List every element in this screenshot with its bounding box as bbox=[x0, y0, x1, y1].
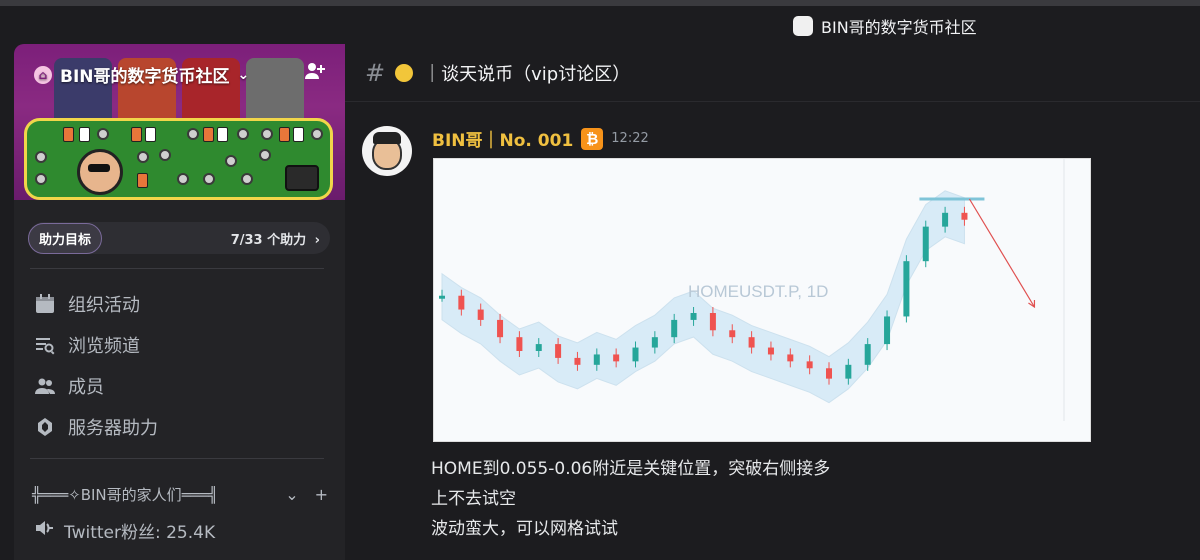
candle-body bbox=[845, 364, 852, 379]
speaker-icon bbox=[34, 518, 54, 543]
candle-body bbox=[942, 212, 949, 227]
candle-body bbox=[864, 344, 871, 365]
candle-body bbox=[651, 337, 658, 348]
candle-body bbox=[787, 354, 794, 362]
browse-icon bbox=[34, 334, 56, 356]
boost-goal-bar[interactable]: 助力目标 7/33 个助力 › bbox=[28, 222, 330, 254]
message-line: HOME到0.055-0.06附近是关键位置，突破右侧接多 bbox=[431, 459, 831, 479]
calendar-icon bbox=[34, 293, 56, 315]
candle-body bbox=[439, 295, 445, 299]
category-label: ╬═══✧BIN哥的家人们═══╣ bbox=[32, 486, 218, 504]
server-icon bbox=[793, 16, 813, 36]
nav-label: 成员 bbox=[68, 377, 104, 398]
dealer-avatar-art bbox=[77, 149, 123, 195]
candle-body bbox=[477, 309, 484, 320]
nav-server-boost[interactable]: 服务器助力 bbox=[34, 414, 158, 440]
category-header[interactable]: ╬═══✧BIN哥的家人们═══╣ ⌄ + bbox=[32, 484, 328, 505]
wallet-art bbox=[285, 165, 319, 191]
nav-label: 组织活动 bbox=[68, 295, 140, 316]
server-sidebar: ⌂ BIN哥的数字货币社区 ⌄ 助力目标 7/33 个助力 › 组织活动 浏览频… bbox=[14, 44, 345, 560]
candle-body bbox=[709, 313, 716, 331]
home-icon: ⌂ bbox=[34, 65, 52, 84]
banner-figure bbox=[246, 58, 304, 118]
chevron-down-icon: ⌄ bbox=[237, 66, 250, 83]
price-chart: HOMEUSDT.P, 1D bbox=[434, 159, 1090, 441]
bitcoin-badge-icon: ₿ bbox=[581, 127, 604, 150]
message-body: HOME到0.055-0.06附近是关键位置，突破右侧接多 上不去试空 波动蛮大… bbox=[431, 454, 830, 544]
author-name[interactable]: BIN哥｜No. 001 bbox=[432, 126, 573, 151]
candle-body bbox=[729, 330, 736, 338]
candle-body bbox=[555, 344, 562, 358]
invite-people-icon[interactable] bbox=[304, 60, 326, 87]
message-timestamp[interactable]: 12:22 bbox=[611, 131, 648, 146]
candle-body bbox=[748, 337, 755, 348]
candle-body bbox=[497, 319, 504, 338]
title-bar: BIN哥的数字货币社区 bbox=[0, 6, 1200, 44]
server-name-dropdown[interactable]: ⌂ BIN哥的数字货币社区 ⌄ bbox=[34, 62, 249, 87]
poker-table-art bbox=[24, 118, 333, 200]
message-line: 波动蛮大，可以网格试试 bbox=[431, 519, 618, 539]
channel-header: # ｜谈天说币（vip讨论区） bbox=[345, 44, 1200, 102]
candle-body bbox=[903, 261, 910, 317]
candle-body bbox=[690, 313, 697, 320]
sun-emoji-icon bbox=[395, 63, 414, 82]
chevron-down-icon[interactable]: ⌄ bbox=[285, 485, 298, 504]
boost-progress: 7/33 个助力 › bbox=[231, 229, 320, 248]
chart-attachment[interactable]: HOMEUSDT.P, 1D bbox=[433, 158, 1091, 442]
boost-goal-label: 助力目标 bbox=[28, 222, 103, 254]
divider bbox=[30, 458, 324, 459]
candle-body bbox=[961, 212, 968, 220]
nav-events[interactable]: 组织活动 bbox=[34, 291, 140, 317]
nav-label: 浏览频道 bbox=[68, 336, 140, 357]
channel-name: ｜谈天说币（vip讨论区） bbox=[423, 63, 631, 85]
message-header: BIN哥｜No. 001 ₿ 12:22 bbox=[432, 126, 649, 151]
candle-body bbox=[826, 368, 832, 379]
server-name: BIN哥的数字货币社区 bbox=[60, 67, 230, 87]
candle-body bbox=[884, 316, 891, 345]
main-chat: # ｜谈天说币（vip讨论区） BIN哥｜No. 001 ₿ 12:22 HOM… bbox=[345, 44, 1200, 560]
candle-body bbox=[632, 347, 639, 362]
chevron-right-icon: › bbox=[314, 232, 320, 248]
candle-body bbox=[516, 337, 523, 351]
divider bbox=[30, 268, 324, 269]
candle-body bbox=[922, 226, 929, 262]
text-channel-icon: # bbox=[365, 58, 386, 87]
candle-body bbox=[671, 319, 678, 338]
candle-body bbox=[806, 361, 813, 369]
message-line: 上不去试空 bbox=[431, 489, 516, 509]
nav-label: 服务器助力 bbox=[68, 418, 158, 439]
candle-body bbox=[767, 347, 774, 355]
nav-members[interactable]: 成员 bbox=[34, 373, 104, 399]
candle-body bbox=[458, 295, 465, 310]
window-title: BIN哥的数字货币社区 bbox=[793, 14, 977, 38]
channel-twitter-fans[interactable]: Twitter粉丝: 25.4K bbox=[34, 518, 215, 543]
add-channel-icon[interactable]: + bbox=[315, 485, 328, 504]
author-avatar[interactable] bbox=[362, 126, 412, 176]
boost-icon bbox=[34, 416, 56, 438]
candle-body bbox=[535, 344, 542, 351]
nav-browse-channels[interactable]: 浏览频道 bbox=[34, 332, 140, 358]
members-icon bbox=[34, 375, 56, 397]
boost-progress-text: 7/33 个助力 bbox=[230, 232, 307, 248]
channel-label: Twitter粉丝: 25.4K bbox=[64, 523, 216, 543]
candle-body bbox=[574, 357, 581, 365]
chart-watermark: HOMEUSDT.P, 1D bbox=[688, 282, 828, 301]
candle-body bbox=[613, 354, 620, 362]
candle-body bbox=[593, 354, 600, 365]
window-title-text: BIN哥的数字货币社区 bbox=[821, 18, 977, 37]
